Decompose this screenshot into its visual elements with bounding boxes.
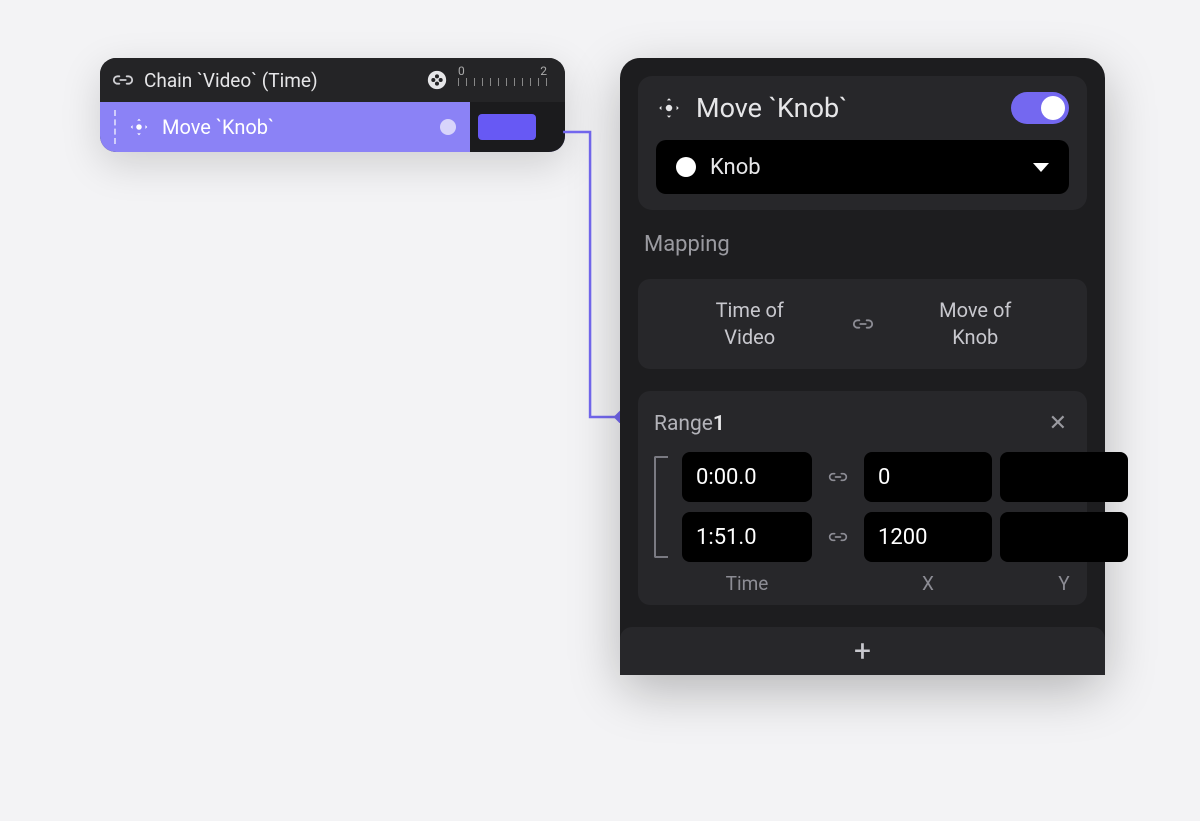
dropdown-selected: Knob (710, 155, 761, 180)
chain-title: Chain `Video` (Time) (144, 69, 318, 92)
range-x-end-input[interactable] (864, 512, 992, 562)
timeline-tick-start: 0 (458, 64, 465, 78)
drag-handle-icon[interactable] (114, 110, 116, 144)
chain-link-icon (112, 69, 134, 91)
layer-dot-icon (676, 157, 696, 177)
plus-icon: + (854, 634, 871, 669)
range-x-start-input[interactable] (864, 452, 992, 502)
timeline-track[interactable] (470, 102, 565, 152)
panel-title: Move `Knob` (696, 92, 997, 124)
range-box: Range1 ✕ Time (638, 391, 1087, 605)
mapping-to: Move of Knob (874, 297, 1078, 351)
move-icon (128, 116, 150, 138)
chain-header: Chain `Video` (Time) 0 2 (100, 58, 565, 102)
mapping-summary[interactable]: Time of Video Move of Knob (638, 279, 1087, 369)
component-icon[interactable] (426, 69, 448, 91)
range-label: Range1 (654, 412, 725, 436)
col-label-y: Y (1000, 572, 1128, 595)
chain-link-icon (820, 527, 856, 547)
timeline-ruler: 0 2 (458, 58, 553, 102)
range-grid: Time X Y (654, 452, 1071, 595)
col-label-x: X (864, 572, 992, 595)
chevron-down-icon (1033, 163, 1049, 172)
status-dot-icon (440, 119, 456, 135)
col-label-time: Time (682, 572, 812, 595)
chain-card: Chain `Video` (Time) 0 2 (100, 58, 565, 152)
chain-link-icon (820, 467, 856, 487)
add-range-button[interactable]: + (620, 627, 1105, 675)
range-bracket-icon (654, 456, 668, 558)
range-time-start-input[interactable] (682, 452, 812, 502)
target-dropdown[interactable]: Knob (656, 140, 1069, 194)
chain-row-move-knob[interactable]: Move `Knob` (100, 102, 565, 152)
range-time-end-input[interactable] (682, 512, 812, 562)
close-icon[interactable]: ✕ (1045, 407, 1071, 440)
mapping-section-label: Mapping (638, 232, 1087, 257)
detail-panel: Move `Knob` Knob Mapping Time of Video M… (620, 58, 1105, 675)
chain-link-icon (852, 313, 874, 335)
range-y-end-input[interactable] (1000, 512, 1128, 562)
mapping-from: Time of Video (648, 297, 852, 351)
range-y-start-input[interactable] (1000, 452, 1128, 502)
panel-header: Move `Knob` Knob (638, 76, 1087, 210)
chain-row-label: Move `Knob` (162, 115, 274, 139)
enable-toggle[interactable] (1011, 92, 1069, 124)
timeline-tick-end: 2 (540, 64, 547, 78)
timeline-clip[interactable] (478, 114, 536, 140)
move-icon (656, 95, 682, 121)
